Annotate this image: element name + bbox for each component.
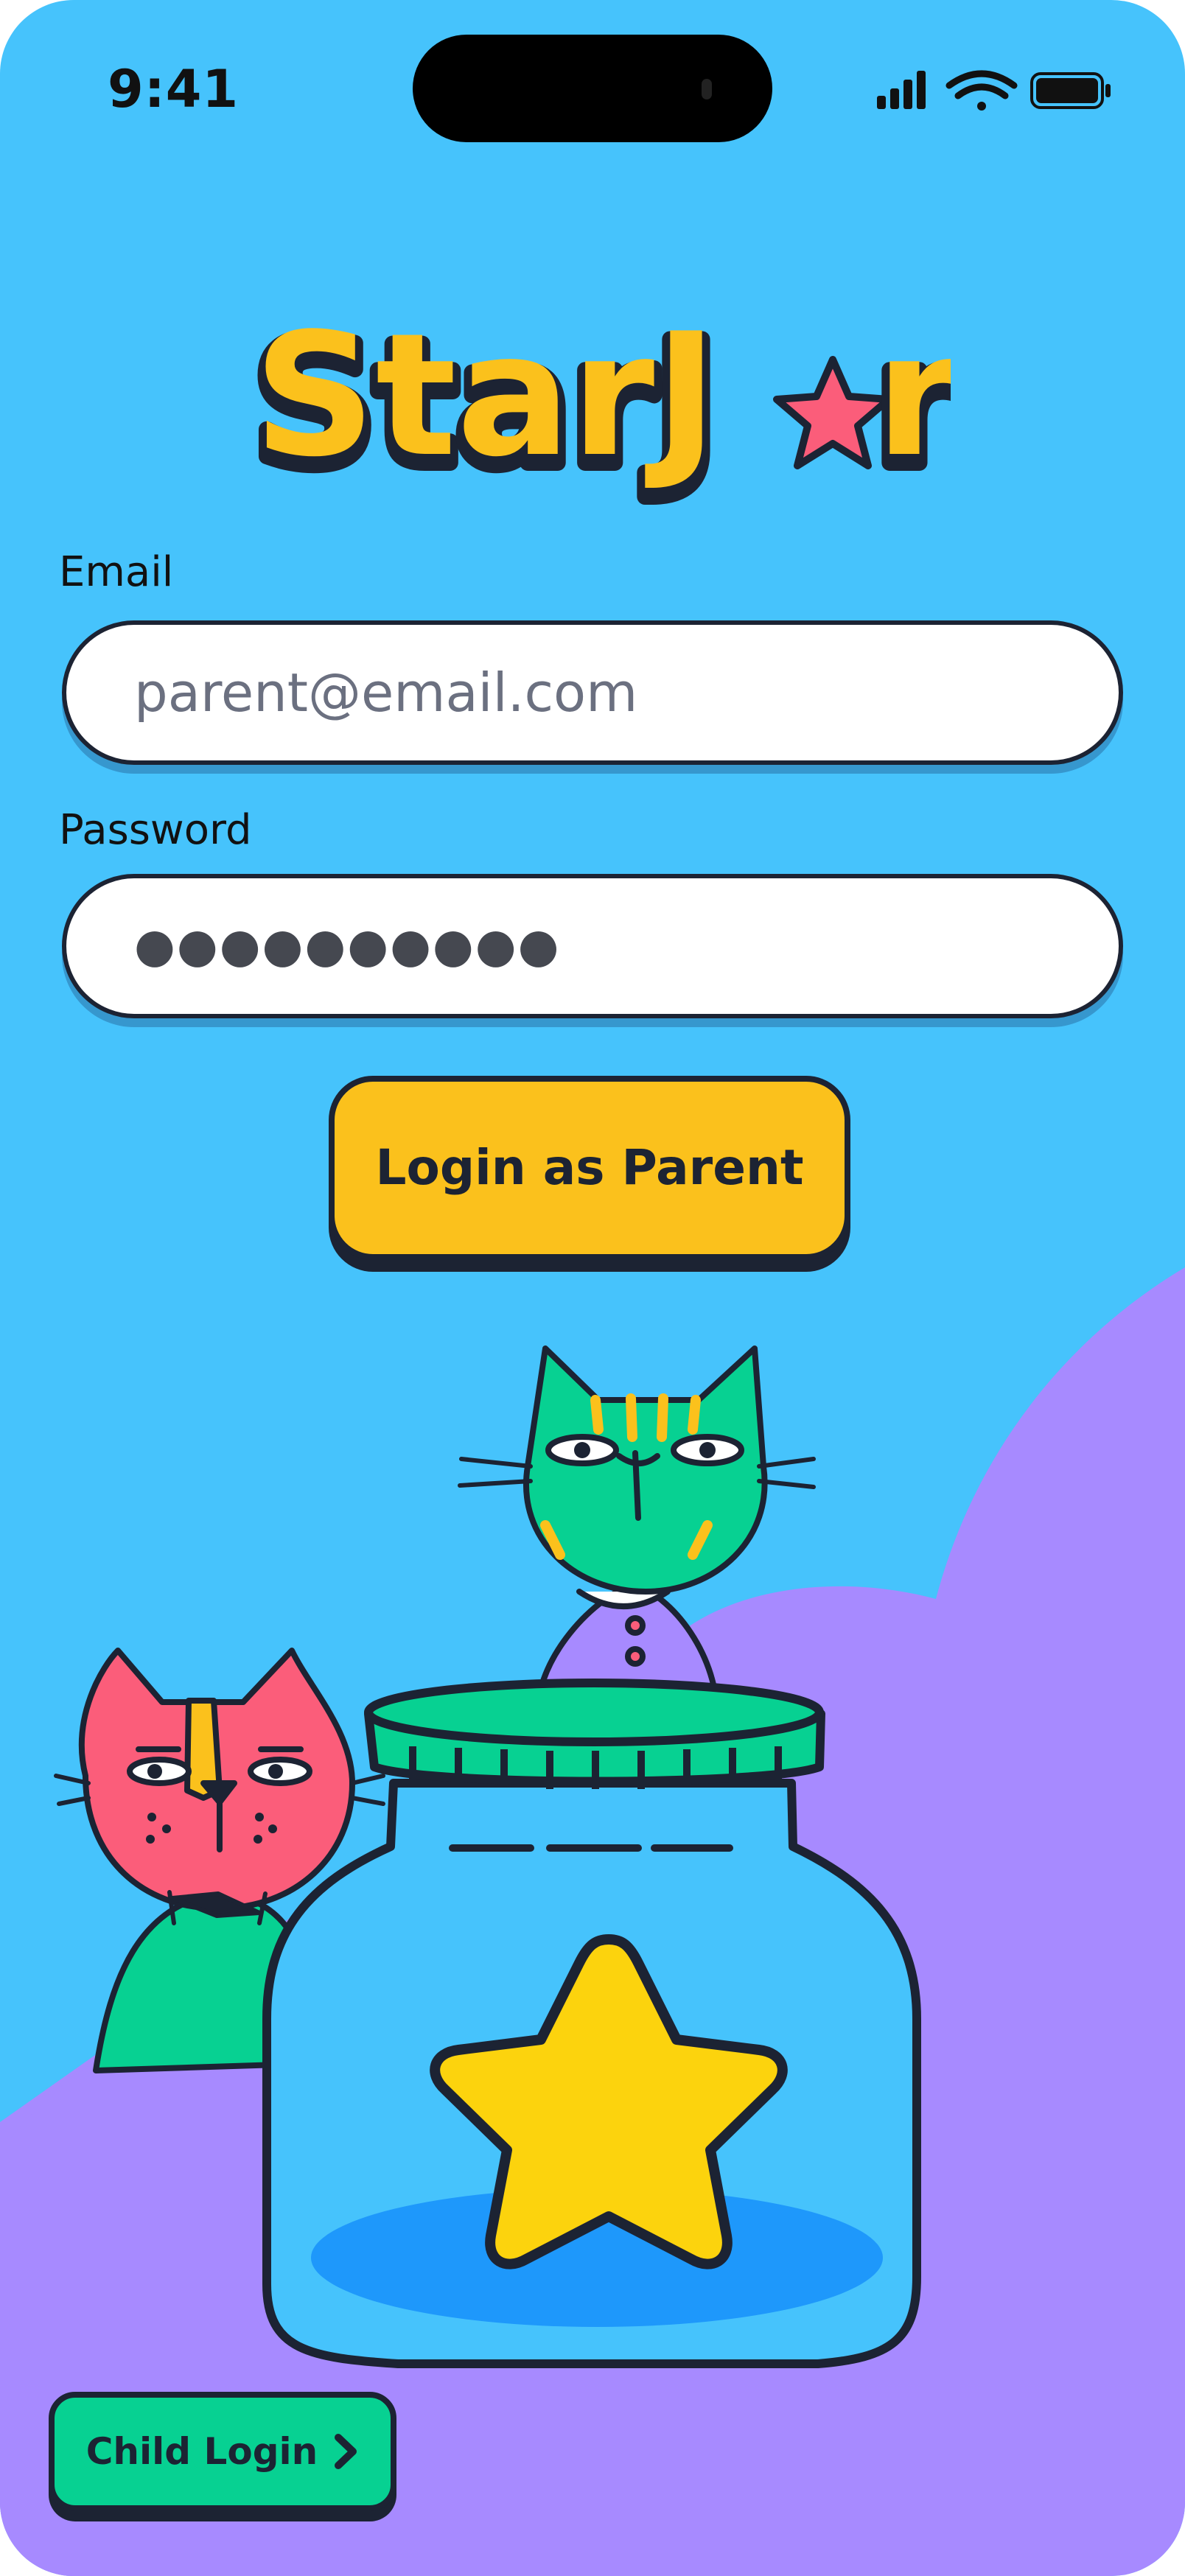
cellular-signal-icon	[877, 71, 926, 109]
dynamic-island	[413, 35, 772, 142]
password-label: Password	[59, 806, 252, 854]
logo-text: StarJ	[254, 298, 718, 494]
battery-icon	[1030, 72, 1111, 109]
starjar-logo: StarJ StarJ r r	[245, 298, 951, 508]
password-field[interactable]: ●●●●●●●●●●	[62, 874, 1123, 1018]
logo-end-text: r	[875, 298, 951, 494]
status-time: 9:41	[108, 59, 240, 119]
email-field[interactable]: parent@email.com	[62, 620, 1123, 765]
app-screen: 9:41 StarJ StarJ r r Email parent@email.	[0, 0, 1185, 2576]
status-icons	[877, 70, 1111, 111]
child-login-button[interactable]: Child Login	[49, 2392, 396, 2511]
login-as-parent-button[interactable]: Login as Parent	[329, 1076, 850, 1260]
star-icon	[773, 356, 892, 469]
email-label: Email	[59, 548, 174, 596]
chevron-right-icon	[335, 2434, 357, 2469]
child-login-label: Child Login	[85, 2430, 318, 2473]
wifi-icon	[945, 70, 1018, 111]
